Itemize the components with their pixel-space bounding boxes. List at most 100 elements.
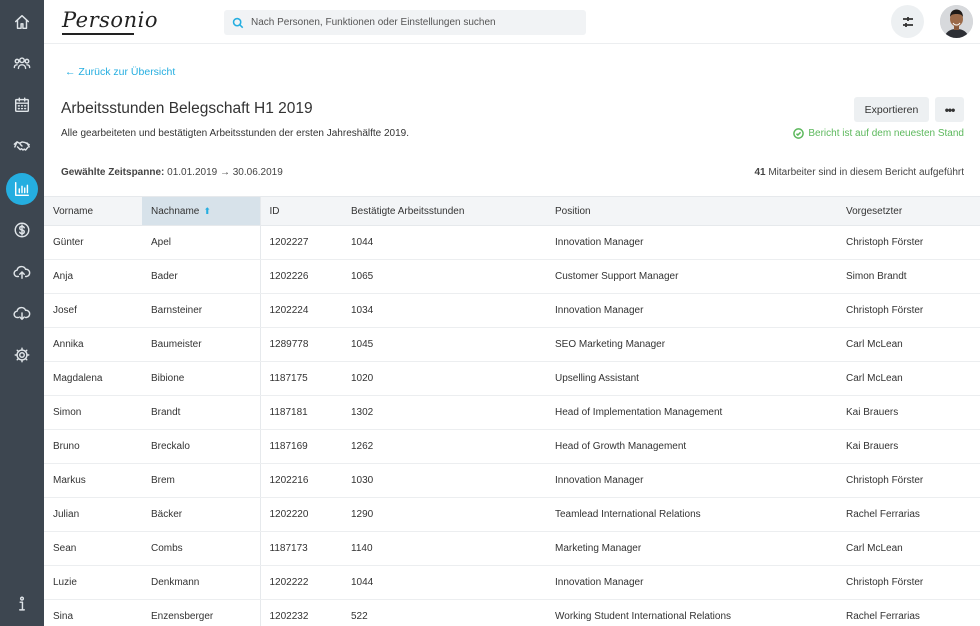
- sidebar-item-home[interactable]: [6, 6, 38, 38]
- cell-vorname: Sina: [44, 599, 142, 626]
- table-row[interactable]: Luzie Denkmann 1202222 1044 Innovation Manag…: [44, 565, 980, 600]
- cell-id: 1289778: [260, 327, 342, 362]
- cell-nachname: Denkmann: [142, 565, 261, 600]
- table-row[interactable]: Günter Apel 1202227 1044 Innovation Manager C…: [44, 225, 980, 260]
- cell-nachname: Breckalo: [142, 429, 261, 464]
- cell-id: 1187181: [260, 395, 342, 430]
- cell-hours: 522: [342, 599, 546, 626]
- sidebar-item-reports[interactable]: [6, 173, 38, 205]
- cell-position: Teamlead International Relations: [546, 497, 837, 532]
- cell-manager: Rachel Ferrarias: [837, 497, 980, 532]
- table-row[interactable]: Magdalena Bibione 1187175 1020 Upselling Ass…: [44, 361, 980, 396]
- cell-manager: Kai Brauers: [837, 429, 980, 464]
- settings-toggle-button[interactable]: [891, 5, 924, 38]
- cell-manager: Christoph Förster: [837, 293, 980, 328]
- sidebar-item-calendar[interactable]: [6, 89, 38, 121]
- back-to-overview-link[interactable]: ← Zurück zur Übersicht: [65, 66, 175, 78]
- column-header-position[interactable]: Position: [546, 196, 837, 226]
- cell-manager: Kai Brauers: [837, 395, 980, 430]
- cell-position: Innovation Manager: [546, 463, 837, 498]
- search-input[interactable]: [251, 17, 571, 28]
- home-icon: [14, 14, 30, 30]
- cell-vorname: Annika: [44, 327, 142, 362]
- sidebar-item-recruiting[interactable]: [6, 130, 38, 162]
- cell-id: 1187173: [260, 531, 342, 566]
- sidebar: [0, 0, 44, 626]
- logo-underline: [62, 33, 134, 35]
- cell-manager: Christoph Förster: [837, 225, 980, 260]
- cell-position: Innovation Manager: [546, 293, 837, 328]
- cell-id: 1202227: [260, 225, 342, 260]
- cloud-upload-icon: [13, 265, 31, 280]
- more-options-button[interactable]: •••: [935, 97, 964, 122]
- table-row[interactable]: Julian Bäcker 1202220 1290 Teamlead Internat…: [44, 497, 980, 532]
- column-header-hours[interactable]: Bestätigte Arbeitsstunden: [342, 196, 546, 226]
- cell-hours: 1262: [342, 429, 546, 464]
- sidebar-item-download[interactable]: [6, 297, 38, 329]
- topbar: Personio: [44, 0, 980, 44]
- cell-vorname: Günter: [44, 225, 142, 260]
- sidebar-item-settings[interactable]: [6, 339, 38, 371]
- sliders-icon: [902, 16, 913, 27]
- cell-manager: Christoph Förster: [837, 463, 980, 498]
- cell-vorname: Josef: [44, 293, 142, 328]
- table-body: Günter Apel 1202227 1044 Innovation Manager C…: [44, 225, 980, 626]
- cell-manager: Carl McLean: [837, 531, 980, 566]
- search-bar[interactable]: [224, 10, 586, 35]
- cloud-download-icon: [13, 306, 31, 321]
- cell-nachname: Brandt: [142, 395, 261, 430]
- sidebar-item-people[interactable]: [6, 47, 38, 79]
- page-description: Alle gearbeiteten und bestätigten Arbeit…: [61, 128, 410, 139]
- cell-position: Head of Growth Management: [546, 429, 837, 464]
- table-row[interactable]: Sean Combs 1187173 1140 Marketing Manager Car…: [44, 531, 980, 566]
- employee-count: 41 Mitarbeiter sind in diesem Bericht au…: [754, 167, 964, 178]
- table-header-row: Vorname Nachname ⬆ ID Bestätigte Arbeitss…: [44, 196, 980, 226]
- search-icon: [232, 17, 244, 28]
- cell-hours: 1030: [342, 463, 546, 498]
- cell-position: Innovation Manager: [546, 565, 837, 600]
- cell-position: Head of Implementation Management: [546, 395, 837, 430]
- table-row[interactable]: Simon Brandt 1187181 1302 Head of Implementa…: [44, 395, 980, 430]
- page-title: Arbeitsstunden Belegschaft H1 2019: [61, 100, 313, 117]
- gear-icon: [14, 347, 30, 363]
- column-header-id[interactable]: ID: [260, 196, 342, 226]
- cell-nachname: Bäcker: [142, 497, 261, 532]
- export-button[interactable]: Exportieren: [854, 97, 929, 122]
- cell-id: 1202220: [260, 497, 342, 532]
- handshake-icon: [13, 141, 30, 151]
- table-row[interactable]: Annika Baumeister 1289778 1045 SEO Marketing…: [44, 327, 980, 362]
- table-row[interactable]: Josef Barnsteiner 1202224 1034 Innovation Ma…: [44, 293, 980, 328]
- app: Personio ← Zurück zur Übersicht Arbeitss…: [0, 0, 980, 626]
- column-header-nachname[interactable]: Nachname ⬆: [142, 196, 261, 226]
- table-row[interactable]: Bruno Breckalo 1187169 1262 Head of Growth M…: [44, 429, 980, 464]
- cell-position: Customer Support Manager: [546, 259, 837, 294]
- sidebar-item-upload[interactable]: [6, 256, 38, 288]
- cell-nachname: Apel: [142, 225, 261, 260]
- avatar[interactable]: [940, 5, 973, 38]
- cell-nachname: Baumeister: [142, 327, 261, 362]
- cell-hours: 1065: [342, 259, 546, 294]
- column-header-vorname[interactable]: Vorname: [44, 196, 142, 226]
- sidebar-item-info[interactable]: [6, 588, 38, 620]
- range-label: Gewählte Zeitspanne:: [61, 167, 165, 178]
- status-text: Bericht ist auf dem neuesten Stand: [808, 128, 964, 139]
- cell-nachname: Enzensberger: [142, 599, 261, 626]
- personio-logo[interactable]: Personio: [62, 8, 158, 35]
- table-row[interactable]: Sina Enzensberger 1202232 522 Working Studen…: [44, 599, 980, 626]
- cell-hours: 1044: [342, 225, 546, 260]
- cell-nachname: Brem: [142, 463, 261, 498]
- cell-vorname: Markus: [44, 463, 142, 498]
- cell-position: Working Student International Relations: [546, 599, 837, 626]
- report-status: Bericht ist auf dem neuesten Stand: [793, 128, 964, 139]
- column-header-label: Nachname: [151, 205, 200, 217]
- column-header-manager[interactable]: Vorgesetzter: [837, 196, 980, 226]
- user-photo: [940, 5, 973, 38]
- cell-position: Upselling Assistant: [546, 361, 837, 396]
- table-row[interactable]: Anja Bader 1202226 1065 Customer Support Man…: [44, 259, 980, 294]
- dollar-icon: [14, 222, 30, 238]
- sidebar-item-payroll[interactable]: [6, 214, 38, 246]
- cell-vorname: Julian: [44, 497, 142, 532]
- table-row[interactable]: Markus Brem 1202216 1030 Innovation Manager C…: [44, 463, 980, 498]
- cell-id: 1187175: [260, 361, 342, 396]
- cell-hours: 1020: [342, 361, 546, 396]
